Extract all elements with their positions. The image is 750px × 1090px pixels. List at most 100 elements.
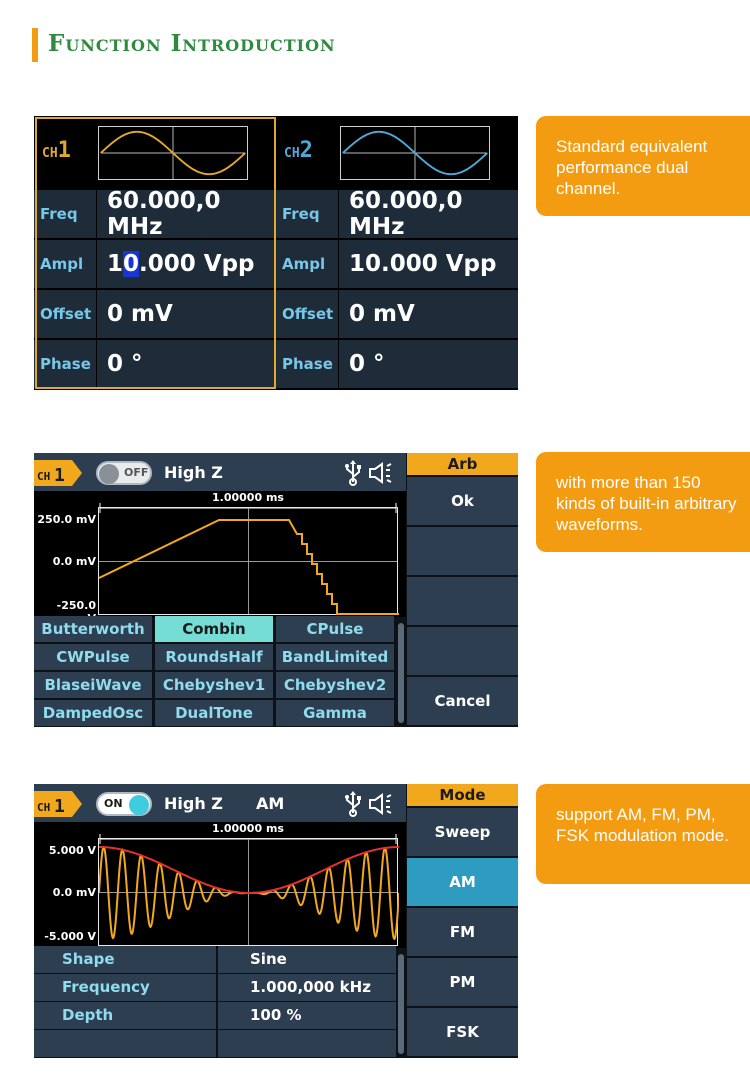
feature-description-dual-channel: Standard equivalent performance dual cha…	[536, 116, 750, 216]
phase-label: Phase	[276, 340, 338, 388]
channel-1-ampl-row[interactable]: Ampl 1 0.000 Vpp	[34, 240, 276, 290]
channel-2-ampl-row[interactable]: Ampl 10.000 Vpp	[276, 240, 518, 290]
softkey-empty-3[interactable]	[407, 577, 518, 625]
svg-text:CH: CH	[37, 470, 50, 483]
arb-item-selected[interactable]: Combin	[155, 616, 273, 642]
y-label-top: 5.000 V	[48, 844, 96, 857]
phase-value[interactable]: 0 °	[339, 340, 518, 388]
channel-2-waveform-preview	[340, 126, 490, 180]
softkey-empty-4[interactable]	[407, 627, 518, 675]
waveform-plot: 1.00000 ms 250.0 mV 0.0 mV -250.0 mV	[34, 491, 406, 625]
arb-item[interactable]: RoundsHalf	[155, 644, 273, 670]
page-heading: Function Introduction	[48, 30, 336, 57]
offset-label: Offset	[276, 290, 338, 338]
phase-value[interactable]: 0 °	[97, 340, 276, 388]
load-indicator[interactable]: High Z	[164, 794, 223, 813]
heading-accent-bar	[32, 28, 38, 62]
pm-button[interactable]: PM	[407, 958, 518, 1006]
empty-param-label	[34, 1030, 216, 1057]
waveform-plot: 1.00000 ms 5.000 V 0.0 mV -5.000 V	[34, 822, 406, 948]
channel-2-header: CH2	[276, 116, 518, 188]
frequency-value[interactable]: 1.000,000 kHz	[218, 974, 396, 1001]
freq-label: Freq	[34, 190, 96, 238]
modulation-screen: CH 1 ON High Z AM 1.00000 ms 5.000 V 0.0…	[34, 784, 518, 1058]
arb-item[interactable]: Butterworth	[34, 616, 152, 642]
channel-2-freq-row[interactable]: Freq 60.000,0 MHz	[276, 188, 518, 240]
arb-item[interactable]: BlaseiWave	[34, 672, 152, 698]
ampl-label: Ampl	[276, 240, 338, 288]
channel-1-waveform-preview	[98, 126, 248, 180]
toggle-state-label: ON	[104, 797, 123, 810]
ok-button[interactable]: Ok	[407, 477, 518, 525]
offset-value[interactable]: 0 mV	[97, 290, 276, 338]
offset-label: Offset	[34, 290, 96, 338]
channel-1-label: CH1	[42, 138, 71, 163]
arb-item[interactable]: Chebyshev1	[155, 672, 273, 698]
arb-item[interactable]: DualTone	[155, 700, 273, 726]
y-label-top: 250.0 mV	[37, 513, 96, 526]
arb-waveform-screen: CH 1 OFF High Z 1.00000 ms 250.0 mV 0.0 …	[34, 453, 518, 727]
ampl-value[interactable]: 10.000 Vpp	[97, 240, 276, 288]
ampl-label: Ampl	[34, 240, 96, 288]
channel-2-phase-row[interactable]: Phase 0 °	[276, 340, 518, 390]
channel-1-freq-row[interactable]: Freq 60.000,0 MHz	[34, 188, 276, 240]
channel-2-panel[interactable]: CH2 Freq 60.000,0 MHz Ampl 10.000 Vpp Of…	[276, 116, 518, 390]
channel-2-label: CH2	[284, 138, 313, 163]
y-label-mid: 0.0 mV	[52, 886, 96, 899]
channel-1-panel[interactable]: CH1 Freq 60.000,0 MHz Ampl 1 0.000 Vpp Of…	[34, 116, 276, 390]
toggle-knob	[99, 464, 119, 484]
list-scrollbar[interactable]	[398, 623, 404, 723]
svg-text:CH: CH	[37, 801, 50, 814]
shape-label: Shape	[34, 946, 216, 973]
usb-icon	[345, 791, 361, 817]
softkey-menu-title: Arb	[407, 453, 518, 475]
channel-1-offset-row[interactable]: Offset 0 mV	[34, 290, 276, 340]
arb-item[interactable]: Chebyshev2	[276, 672, 394, 698]
edit-cursor-digit: 0	[123, 251, 140, 277]
channel-1-tag[interactable]: CH 1	[34, 791, 84, 817]
arb-trace	[99, 519, 399, 615]
list-scrollbar[interactable]	[398, 954, 404, 1054]
toggle-state-label: OFF	[124, 466, 149, 479]
arb-item[interactable]: Gamma	[276, 700, 394, 726]
y-label-bottom: -5.000 V	[44, 930, 96, 943]
speaker-icon[interactable]	[368, 793, 396, 815]
freq-value[interactable]: 60.000,0 MHz	[339, 188, 518, 240]
shape-value[interactable]: Sine	[218, 946, 396, 973]
phase-label: Phase	[34, 340, 96, 388]
arb-item[interactable]: CPulse	[276, 616, 394, 642]
arb-item[interactable]: CWPulse	[34, 644, 152, 670]
output-toggle[interactable]: ON	[96, 792, 152, 816]
softkey-empty-2[interactable]	[407, 527, 518, 575]
cancel-button[interactable]: Cancel	[407, 677, 518, 725]
output-toggle[interactable]: OFF	[96, 461, 152, 485]
svg-text:1: 1	[54, 796, 65, 817]
speaker-icon[interactable]	[368, 462, 396, 484]
channel-1-tag[interactable]: CH 1	[34, 460, 84, 486]
load-indicator[interactable]: High Z	[164, 463, 223, 482]
channel-1-phase-row[interactable]: Phase 0 °	[34, 340, 276, 390]
usb-icon	[345, 460, 361, 486]
status-bar: CH 1 ON High Z AM	[34, 784, 406, 822]
channel-1-header: CH1	[34, 116, 276, 188]
svg-text:1: 1	[54, 465, 65, 486]
plot-grid	[98, 838, 399, 946]
sweep-button[interactable]: Sweep	[407, 808, 518, 856]
feature-description-modulation: support AM, FM, PM, FSK modulation mode.	[536, 784, 750, 884]
softkey-menu: Mode Sweep AM FM PM FSK	[407, 784, 518, 1058]
freq-value[interactable]: 60.000,0 MHz	[97, 188, 276, 240]
dual-channel-screen: CH1 Freq 60.000,0 MHz Ampl 1 0.000 Vpp Of…	[34, 116, 518, 390]
am-button[interactable]: AM	[407, 858, 518, 906]
arb-item[interactable]: DampedOsc	[34, 700, 152, 726]
ampl-value[interactable]: 10.000 Vpp	[339, 240, 518, 288]
depth-label: Depth	[34, 1002, 216, 1029]
offset-value[interactable]: 0 mV	[339, 290, 518, 338]
channel-2-offset-row[interactable]: Offset 0 mV	[276, 290, 518, 340]
fm-button[interactable]: FM	[407, 908, 518, 956]
am-trace	[99, 845, 399, 941]
arb-item[interactable]: BandLimited	[276, 644, 394, 670]
plot-grid	[98, 507, 399, 615]
mode-indicator: AM	[256, 794, 285, 813]
depth-value[interactable]: 100 %	[218, 1002, 396, 1029]
fsk-button[interactable]: FSK	[407, 1008, 518, 1056]
